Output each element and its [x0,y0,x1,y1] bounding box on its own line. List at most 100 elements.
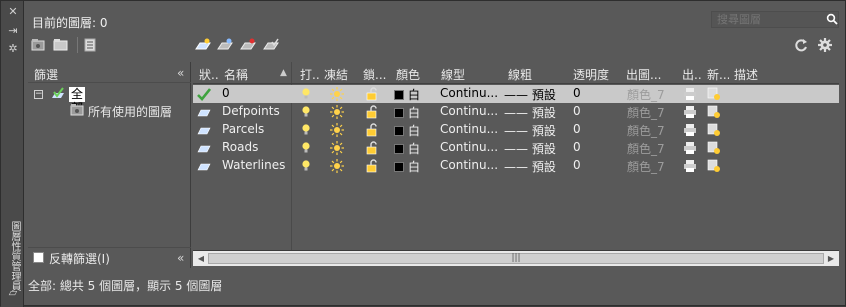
layer-name[interactable]: Parcels [222,122,288,136]
layer-status-icon[interactable] [197,123,211,137]
plot-printer-icon[interactable] [683,123,697,137]
collapse-left-icon[interactable]: « [177,252,184,264]
thaw-sun-icon[interactable] [330,159,344,173]
plot-printer-icon[interactable] [683,87,697,101]
collapse-left-icon[interactable]: « [177,67,184,79]
layer-lineweight[interactable]: —— 預設 [504,158,570,175]
invert-filter-checkbox[interactable] [33,252,44,263]
auto-hide-icon[interactable]: ⇥ [7,25,19,37]
unlock-icon[interactable] [365,105,379,119]
layer-status-icon[interactable] [197,141,211,155]
layer-color[interactable]: 白 [394,140,420,157]
col-lineweight-header[interactable]: 線粗 [508,66,538,83]
search-icon[interactable] [826,13,838,25]
unlock-icon[interactable] [365,159,379,173]
layer-linetype[interactable]: Continu... [440,122,502,136]
col-plot-header[interactable]: 出... [682,66,702,83]
new-vp-freeze-icon[interactable] [707,141,721,155]
on-lightbulb-icon[interactable] [299,123,313,137]
col-freeze-header[interactable]: 凍結 [324,66,354,83]
on-lightbulb-icon[interactable] [299,87,313,101]
layer-row[interactable]: Roads 白 Continu... —— 預設 0 顏色_7 [193,139,839,157]
col-linetype-header[interactable]: 線型 [441,66,471,83]
unlock-icon[interactable] [365,123,379,137]
layer-status-icon[interactable] [197,159,211,173]
horizontal-scrollbar[interactable]: ◀ ||| ▶ [193,250,839,266]
plot-printer-icon[interactable] [683,159,697,173]
tree-item-used-layers[interactable]: 所有使用的圖層 [88,103,172,120]
properties-icon[interactable]: ✲ [7,43,19,55]
refresh-icon[interactable] [793,38,809,52]
layer-row[interactable]: Parcels 白 Continu... —— 預設 0 顏色_7 [193,121,839,139]
col-lock-header[interactable]: 鎖... [363,66,387,83]
layers-icon[interactable]: ▱ [7,287,19,299]
layer-transparency[interactable]: 0 [573,140,581,154]
thaw-sun-icon[interactable] [330,87,344,101]
layer-name[interactable]: 0 [222,86,288,100]
new-filter-icon[interactable] [31,38,47,52]
col-status-header[interactable]: 狀... [199,66,219,83]
layer-linetype[interactable]: Continu... [440,86,502,100]
col-newvp-header[interactable]: 新... [707,66,729,83]
col-description-header[interactable]: 描述 [734,66,774,83]
layer-name[interactable]: Defpoints [222,104,288,118]
col-transparency-header[interactable]: 透明度 [573,66,618,83]
layer-lineweight[interactable]: —— 預設 [504,86,570,103]
layer-name[interactable]: Waterlines [222,158,288,172]
col-on-header[interactable]: 打... [300,66,320,83]
layer-transparency[interactable]: 0 [573,158,581,172]
layer-linetype[interactable]: Continu... [440,140,502,154]
current-layer-check-icon[interactable] [197,87,211,101]
new-layer-vp-frozen-icon[interactable] [217,38,233,52]
scroll-left-arrow-icon[interactable]: ◀ [195,252,207,265]
unlock-icon[interactable] [365,141,379,155]
layer-lineweight[interactable]: —— 預設 [504,104,570,121]
layer-transparency[interactable]: 0 [573,86,581,100]
thaw-sun-icon[interactable] [330,141,344,155]
close-icon[interactable]: ✕ [7,6,19,18]
layer-color[interactable]: 白 [394,122,420,139]
layer-row[interactable]: Waterlines 白 Continu... —— 預設 0 顏色_7 [193,157,839,175]
layer-row[interactable]: Defpoints 白 Continu... —— 預設 0 顏色_7 [193,103,839,121]
layer-status-icon[interactable] [197,105,211,119]
tree-item-all[interactable]: 全部 [69,87,86,115]
layer-name[interactable]: Roads [222,140,288,154]
invert-filter-bar: 反轉篩選(I) « [28,247,191,267]
set-current-icon[interactable] [263,38,279,52]
layer-linetype[interactable]: Continu... [440,104,502,118]
new-vp-freeze-icon[interactable] [707,123,721,137]
tree-collapse-toggle[interactable]: − [34,90,43,99]
layer-row[interactable]: 0 白 Continu... —— 預設 0 顏色_7 [193,85,839,103]
scroll-right-arrow-icon[interactable]: ▶ [825,252,837,265]
thaw-sun-icon[interactable] [330,105,344,119]
on-lightbulb-icon[interactable] [299,105,313,119]
new-layer-icon[interactable] [195,38,211,52]
col-color-header[interactable]: 顏色 [396,66,426,83]
delete-layer-icon[interactable] [240,38,256,52]
layer-transparency[interactable]: 0 [573,104,581,118]
thaw-sun-icon[interactable] [330,123,344,137]
layer-transparency[interactable]: 0 [573,122,581,136]
plot-printer-icon[interactable] [683,141,697,155]
plot-printer-icon[interactable] [683,105,697,119]
new-group-filter-icon[interactable] [53,38,69,52]
on-lightbulb-icon[interactable] [299,159,313,173]
settings-icon[interactable] [817,38,833,52]
layer-lineweight[interactable]: —— 預設 [504,122,570,139]
layer-linetype[interactable]: Continu... [440,158,502,172]
layer-states-icon[interactable] [83,38,99,52]
layer-lineweight[interactable]: —— 預設 [504,140,570,157]
unlock-icon[interactable] [365,87,379,101]
on-lightbulb-icon[interactable] [299,141,313,155]
layer-plotstyle: 顏色_7 [627,106,665,120]
layer-color[interactable]: 白 [394,104,420,121]
new-vp-freeze-icon[interactable] [707,159,721,173]
new-vp-freeze-icon[interactable] [707,105,721,119]
search-layer-input[interactable] [711,11,839,28]
new-vp-freeze-icon[interactable] [707,87,721,101]
col-name-header[interactable]: 名稱 [224,66,274,83]
layer-color[interactable]: 白 [394,86,420,103]
layer-color[interactable]: 白 [394,158,420,175]
col-plotstyle-header[interactable]: 出圖... [626,66,670,83]
scroll-thumb[interactable]: ||| [208,253,824,264]
